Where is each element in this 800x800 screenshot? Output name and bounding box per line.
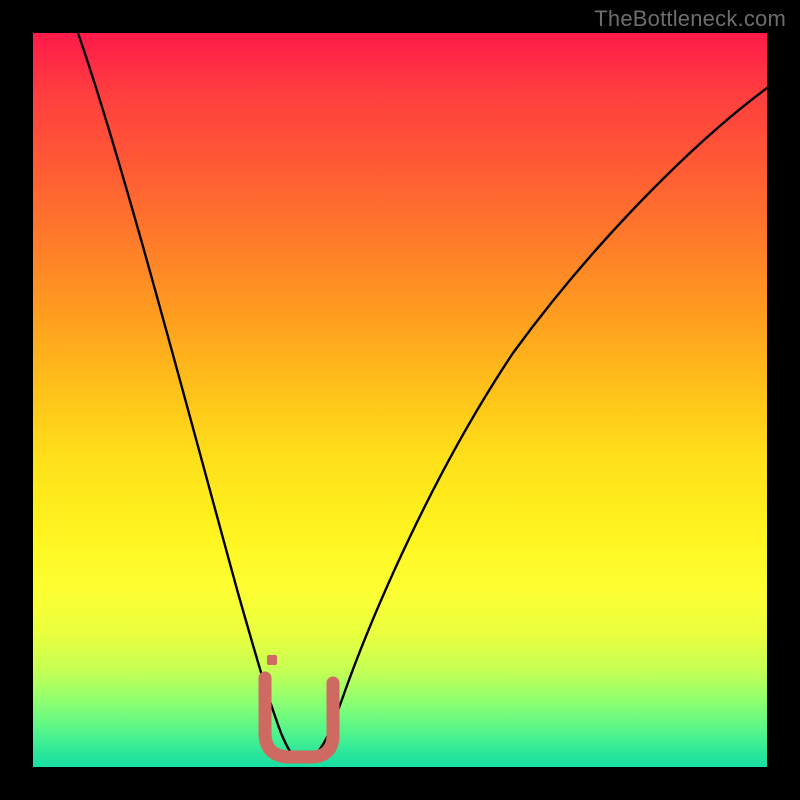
curve-layer	[33, 33, 767, 767]
bottleneck-curve	[78, 33, 767, 758]
valley-marker-dot-icon	[267, 655, 277, 665]
plot-area	[33, 33, 767, 767]
watermark-text: TheBottleneck.com	[594, 6, 786, 32]
chart-frame: TheBottleneck.com	[0, 0, 800, 800]
